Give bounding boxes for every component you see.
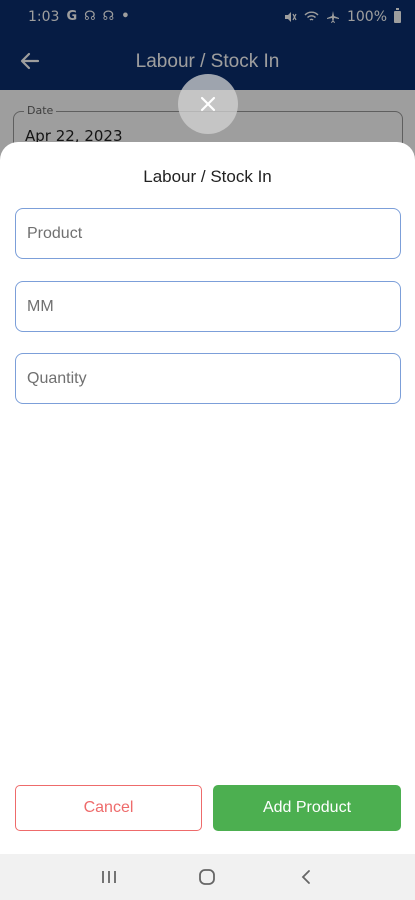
bottom-sheet: Labour / Stock In Cancel Add Product: [0, 142, 415, 854]
home-icon: [199, 869, 216, 885]
product-input[interactable]: [15, 208, 401, 259]
recent-apps-button[interactable]: [89, 857, 129, 897]
recent-apps-icon: [102, 871, 117, 883]
chevron-left-icon: [301, 870, 310, 884]
home-button[interactable]: [187, 857, 227, 897]
quantity-input[interactable]: [15, 353, 401, 404]
sheet-title: Labour / Stock In: [143, 167, 272, 186]
cancel-button[interactable]: Cancel: [15, 785, 202, 831]
close-icon: [200, 96, 216, 112]
add-product-button[interactable]: Add Product: [213, 785, 401, 831]
mm-input[interactable]: [15, 281, 401, 332]
close-sheet-button[interactable]: [178, 74, 238, 134]
system-back-button[interactable]: [286, 857, 326, 897]
system-nav-bar: [0, 854, 415, 900]
screen: 1:03 G ☊ ☊ • 100% Labour / Stock In Date…: [0, 0, 415, 900]
